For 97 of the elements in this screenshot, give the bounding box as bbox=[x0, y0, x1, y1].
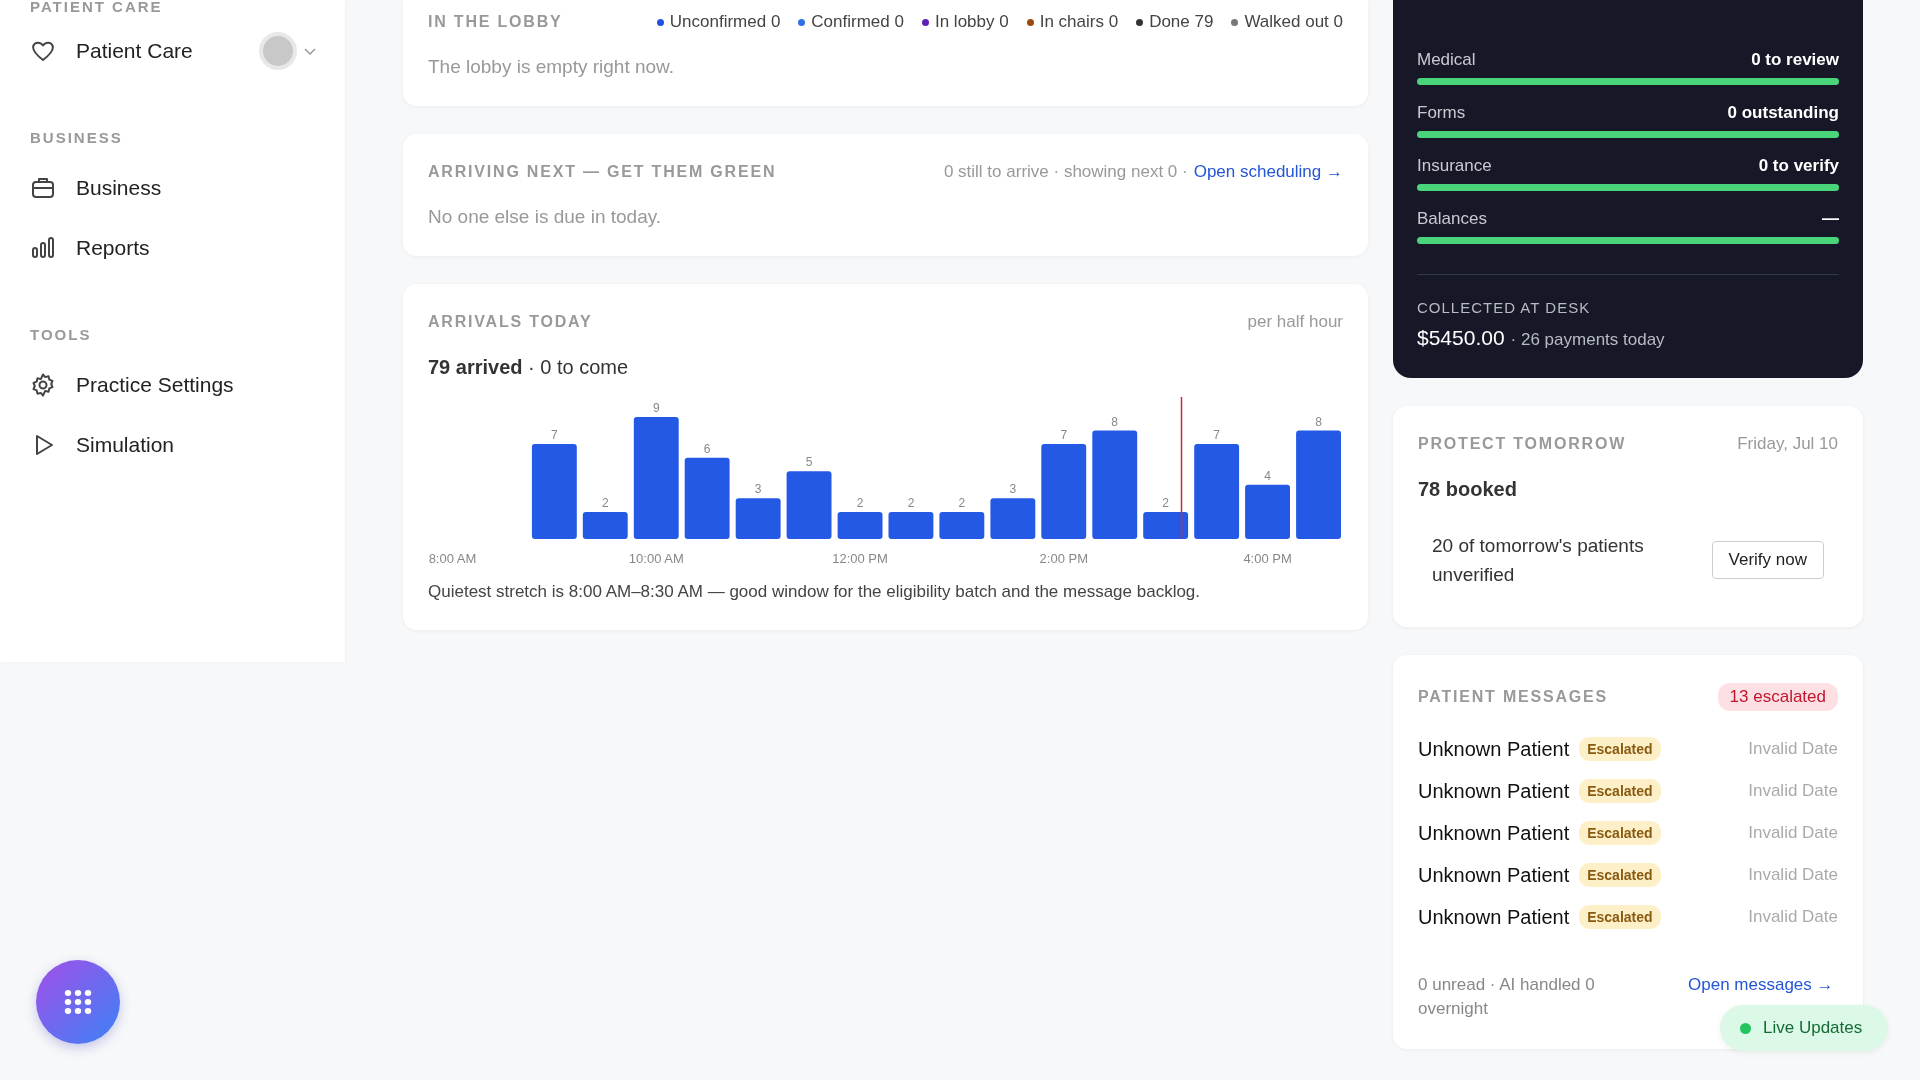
data-label: 4 bbox=[1264, 468, 1271, 483]
data-label: 8 bbox=[1315, 414, 1322, 429]
status-tag: Escalated bbox=[1579, 737, 1661, 761]
unverified-text: 20 of tomorrow's patients unverified bbox=[1432, 534, 1645, 587]
settings-icon bbox=[30, 372, 56, 398]
data-label: 2 bbox=[856, 495, 864, 510]
data-label: 5 bbox=[805, 455, 813, 470]
legend-label: Walked out 0 bbox=[1244, 12, 1343, 32]
axis-label: 2:00 PM bbox=[1039, 551, 1088, 566]
legend-label: Confirmed 0 bbox=[811, 12, 904, 32]
status-tag: Escalated bbox=[1579, 863, 1661, 887]
status-tag: Escalated bbox=[1579, 779, 1661, 803]
legend-label: In lobby 0 bbox=[934, 12, 1009, 32]
data-label: 7 bbox=[1060, 428, 1068, 443]
message-date: Invalid Date bbox=[1748, 907, 1838, 927]
message-date: Invalid Date bbox=[1748, 781, 1838, 801]
section-heading: PATIENT CARE bbox=[30, 0, 164, 15]
section-heading: TOOLS bbox=[30, 326, 93, 343]
sidebar-item[interactable]: Patient Care bbox=[76, 39, 239, 63]
collected-label: COLLECTED AT DESK bbox=[1417, 299, 1592, 316]
live-label: Live Updates bbox=[1763, 1018, 1863, 1038]
status-tag: Escalated bbox=[1579, 905, 1661, 929]
axis-label: 4:00 PM bbox=[1243, 551, 1292, 566]
bar bbox=[582, 511, 628, 539]
bar bbox=[1245, 484, 1290, 539]
date-label: Friday, Jul 10 bbox=[1737, 434, 1838, 454]
data-label: 2 bbox=[958, 495, 966, 510]
live-updates-pill[interactable]: Live Updates bbox=[1720, 1005, 1889, 1051]
insight-text: Quietest stretch is 8:00 AM–8:30 AM — good window for the eligibility batch and the message backlog. bbox=[428, 582, 1202, 602]
checklist-label: Insurance bbox=[1417, 156, 1492, 176]
checklist-value: — bbox=[1822, 209, 1839, 229]
sidebar-item[interactable]: Practice Settings bbox=[76, 373, 317, 397]
status-tag: Escalated bbox=[1579, 821, 1661, 845]
message-date: Invalid Date bbox=[1748, 823, 1838, 843]
empty-message: No one else is due in today. bbox=[428, 206, 663, 228]
card-title: PROTECT TOMORROW bbox=[1418, 435, 1627, 453]
bar bbox=[735, 498, 781, 539]
patient-name[interactable]: Unknown Patient bbox=[1418, 821, 1570, 845]
bar-chart-icon bbox=[30, 235, 56, 261]
checklist-value: 0 outstanding bbox=[1727, 103, 1839, 123]
scheduling-link[interactable]: Open scheduling → bbox=[1193, 162, 1343, 182]
data-label: 3 bbox=[754, 482, 762, 497]
checklist-label: Medical bbox=[1417, 50, 1476, 70]
data-label: 7 bbox=[1213, 428, 1220, 443]
empty-message: The lobby is empty right now. bbox=[428, 56, 676, 78]
checklist-value: 0 to review bbox=[1751, 50, 1839, 70]
card-title: ARRIVING NEXT — GET THEM GREEN bbox=[428, 163, 777, 181]
patient-name[interactable]: Unknown Patient bbox=[1418, 905, 1570, 929]
axis-label: 12:00 PM bbox=[832, 551, 888, 566]
messages-summary: 0 unread · AI handled 0 overnight bbox=[1418, 974, 1596, 1020]
legend-label: Done 79 bbox=[1149, 12, 1214, 32]
sidebar-item[interactable]: Reports bbox=[76, 236, 317, 260]
arrivals-headline: 79 arrived · 0 to come bbox=[428, 356, 630, 379]
bar bbox=[990, 498, 1036, 539]
message-date: Invalid Date bbox=[1748, 739, 1838, 759]
data-label: 2 bbox=[601, 495, 609, 510]
card-title: IN THE LOBBY bbox=[428, 13, 563, 31]
briefcase-icon bbox=[30, 175, 56, 201]
axis-label: 10:00 AM bbox=[628, 551, 684, 566]
data-label: 6 bbox=[703, 441, 711, 456]
bar bbox=[888, 511, 934, 539]
patient-name[interactable]: Unknown Patient bbox=[1418, 779, 1570, 803]
grid-dots-icon bbox=[63, 989, 93, 1015]
legend-label: Unconfirmed 0 bbox=[669, 12, 781, 32]
axis-label: 8:00 AM bbox=[428, 551, 477, 566]
summary-text: 0 still to arrive · showing next 0 · bbox=[943, 162, 1188, 182]
patient-name[interactable]: Unknown Patient bbox=[1418, 737, 1570, 761]
message-date: Invalid Date bbox=[1748, 865, 1838, 885]
checklist-label: Forms bbox=[1417, 103, 1466, 123]
unit-label: per half hour bbox=[1247, 312, 1343, 332]
data-label: 7 bbox=[551, 428, 558, 443]
avatar bbox=[259, 32, 297, 70]
bar bbox=[837, 511, 883, 539]
patient-name[interactable]: Unknown Patient bbox=[1418, 863, 1570, 887]
escalated-badge: 13 escalated bbox=[1717, 683, 1838, 711]
card-title: ARRIVALS TODAY bbox=[428, 313, 593, 331]
data-label: 3 bbox=[1009, 482, 1017, 497]
apps-button[interactable] bbox=[36, 960, 120, 1044]
bar bbox=[1143, 511, 1189, 539]
sidebar-item[interactable]: Simulation bbox=[76, 433, 317, 457]
sidebar-item[interactable]: Business bbox=[76, 176, 317, 200]
data-label: 9 bbox=[652, 401, 660, 415]
verify-button[interactable]: Verify now bbox=[1711, 541, 1824, 579]
checklist-label: Balances bbox=[1417, 209, 1487, 229]
section-heading: BUSINESS bbox=[30, 129, 124, 146]
data-label: 2 bbox=[907, 495, 915, 510]
messages-link[interactable]: Open messages → bbox=[1688, 973, 1838, 997]
data-label: 2 bbox=[1162, 495, 1170, 510]
legend-label: In chairs 0 bbox=[1039, 12, 1119, 32]
data-label: 8 bbox=[1111, 414, 1119, 429]
bar bbox=[939, 511, 985, 539]
checklist-value: 0 to verify bbox=[1758, 156, 1839, 176]
collected-amount: $5450.00 bbox=[1417, 326, 1505, 350]
bar bbox=[786, 471, 832, 539]
card-title: PATIENT MESSAGES bbox=[1418, 688, 1608, 706]
payments-count: · 26 payments today bbox=[1510, 330, 1665, 350]
booked-count: 78 booked bbox=[1418, 478, 1518, 501]
